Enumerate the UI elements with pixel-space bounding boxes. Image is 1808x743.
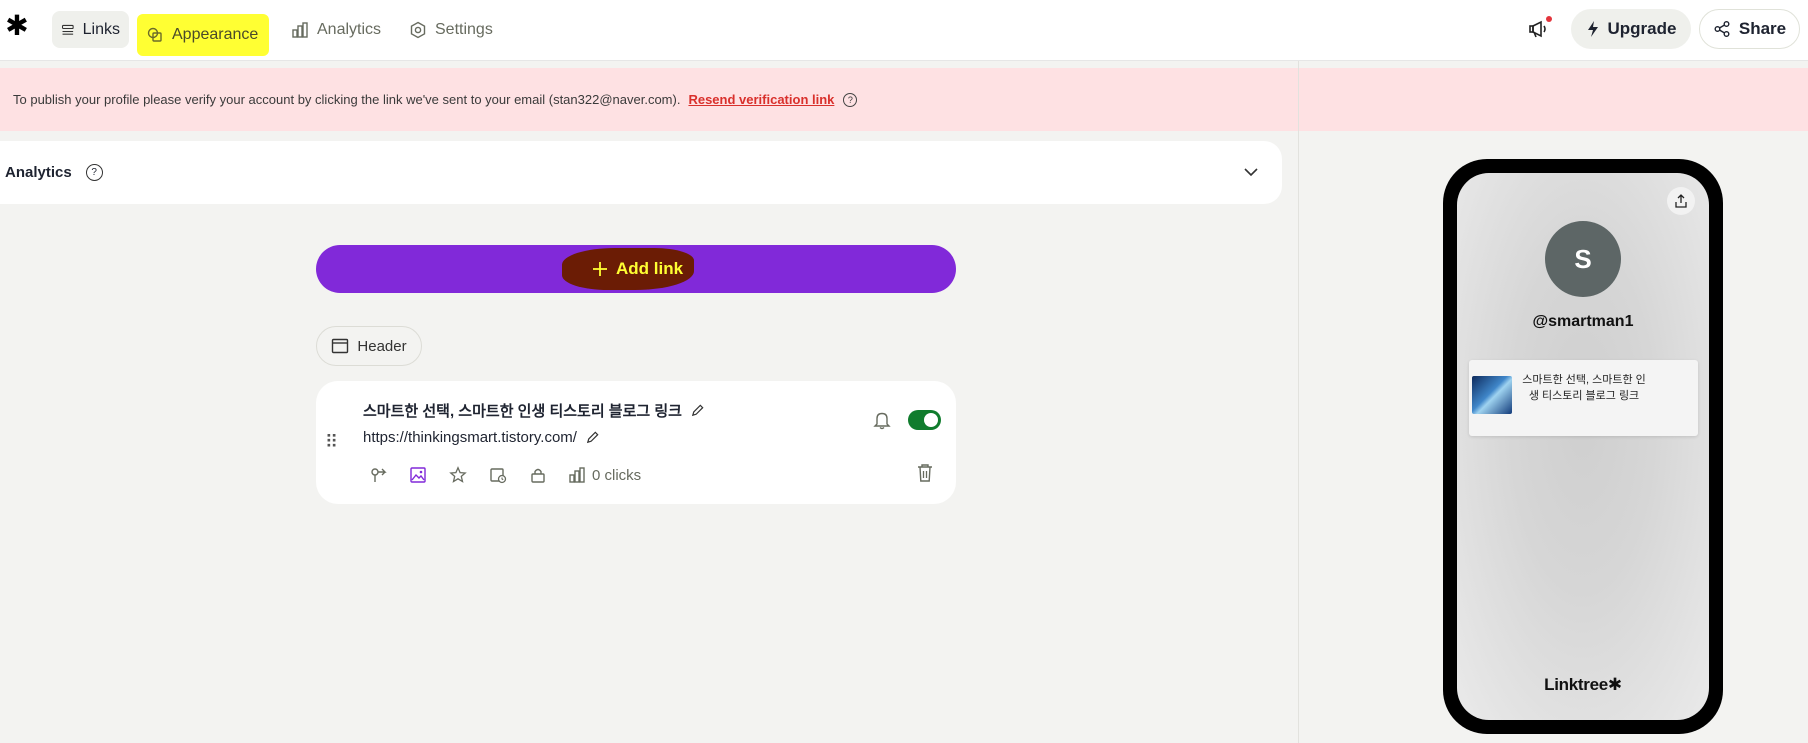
schedule-icon[interactable] — [488, 465, 508, 485]
bar-chart-icon — [569, 467, 585, 483]
notification-dot — [1546, 16, 1552, 22]
header-chip-label: Header — [357, 337, 407, 355]
announcements-button[interactable] — [1527, 16, 1553, 42]
nav-tab-analytics[interactable]: Analytics — [282, 11, 390, 48]
link-clicks[interactable]: 0 clicks — [568, 466, 641, 484]
linktree-brand: Linktree✱ — [1544, 675, 1622, 694]
links-icon — [61, 24, 74, 35]
analytics-panel[interactable]: Analytics ? — [0, 141, 1282, 204]
link-tools: 0 clicks — [368, 465, 641, 485]
nav-tab-settings[interactable]: Settings — [400, 11, 502, 48]
nav-links-label: Links — [82, 20, 120, 38]
nav-settings-label: Settings — [435, 20, 493, 38]
preview-share-button[interactable] — [1667, 187, 1695, 215]
add-header-button[interactable]: Header — [316, 326, 422, 366]
drag-handle-icon[interactable]: ⠿ — [325, 433, 338, 451]
share-button[interactable]: Share — [1699, 9, 1800, 49]
gear-icon — [410, 21, 426, 38]
link-card: ⠿ 스마트한 선택, 스마트한 인생 티스토리 블로그 링크 https://t… — [316, 381, 956, 504]
upgrade-button[interactable]: Upgrade — [1571, 9, 1691, 49]
preview-link-text: 스마트한 선택, 스마트한 인생 티스토리 블로그 링크 — [1522, 374, 1646, 402]
verification-banner: To publish your profile please verify yo… — [0, 68, 1808, 131]
add-link-label: Add link — [616, 259, 684, 278]
phone-preview: S @smartman1 스마트한 선택, 스마트한 인생 티스토리 블로그 링… — [1443, 159, 1723, 734]
profile-handle: @smartman1 — [1532, 313, 1634, 330]
nav-analytics-label: Analytics — [317, 20, 382, 38]
thumbnail-image-icon[interactable] — [408, 465, 428, 485]
edit-pencil-icon[interactable] — [690, 403, 705, 418]
chevron-down-icon[interactable] — [1242, 163, 1260, 181]
header-icon — [332, 338, 349, 354]
nav-tab-links[interactable]: Links — [52, 11, 129, 48]
banner-message: To publish your profile please verify yo… — [13, 92, 681, 107]
star-icon[interactable] — [448, 465, 468, 485]
appearance-icon — [147, 27, 162, 42]
profile-avatar: S — [1545, 221, 1621, 297]
upload-share-icon — [1675, 194, 1687, 208]
resend-verification-link[interactable]: Resend verification link — [688, 92, 834, 107]
bell-icon[interactable] — [873, 410, 891, 430]
nav-tab-appearance[interactable]: Appearance — [137, 14, 269, 56]
analytics-help-icon[interactable]: ? — [85, 164, 103, 181]
preview-link-button[interactable]: 스마트한 선택, 스마트한 인생 티스토리 블로그 링크 — [1469, 360, 1698, 436]
lightning-icon — [1587, 21, 1598, 37]
trash-icon[interactable] — [916, 463, 934, 483]
redirect-icon[interactable] — [368, 465, 388, 485]
bar-chart-icon — [292, 21, 308, 38]
link-url-row[interactable]: https://thinkingsmart.tistory.com/ — [363, 429, 600, 446]
help-icon[interactable]: ? — [843, 92, 858, 107]
lock-icon[interactable] — [528, 465, 548, 485]
add-link-content: Add link — [592, 245, 683, 293]
preview-link-thumbnail — [1472, 376, 1512, 414]
link-enabled-toggle[interactable] — [908, 410, 941, 430]
upgrade-label: Upgrade — [1607, 19, 1677, 38]
phone-screen: S @smartman1 스마트한 선택, 스마트한 인생 티스토리 블로그 링… — [1457, 173, 1709, 720]
add-link-button[interactable]: Add link — [316, 245, 956, 293]
share-label: Share — [1738, 19, 1787, 38]
nav-appearance-label: Appearance — [172, 26, 259, 43]
link-title[interactable]: 스마트한 선택, 스마트한 인생 티스토리 블로그 링크 — [363, 400, 682, 421]
toggle-knob — [924, 413, 938, 427]
preview-divider — [1298, 61, 1299, 743]
link-title-row[interactable]: 스마트한 선택, 스마트한 인생 티스토리 블로그 링크 — [363, 400, 705, 421]
top-navigation: ✱ Links Appearance Analytics Settings Up… — [0, 0, 1808, 61]
clicks-count: 0 clicks — [592, 466, 642, 484]
edit-pencil-icon[interactable] — [585, 430, 600, 445]
share-icon — [1714, 21, 1730, 37]
link-url[interactable]: https://thinkingsmart.tistory.com/ — [363, 429, 577, 446]
linktree-logo[interactable]: ✱ — [5, 12, 29, 40]
analytics-panel-title: Analytics — [5, 164, 72, 181]
plus-icon — [593, 262, 607, 276]
